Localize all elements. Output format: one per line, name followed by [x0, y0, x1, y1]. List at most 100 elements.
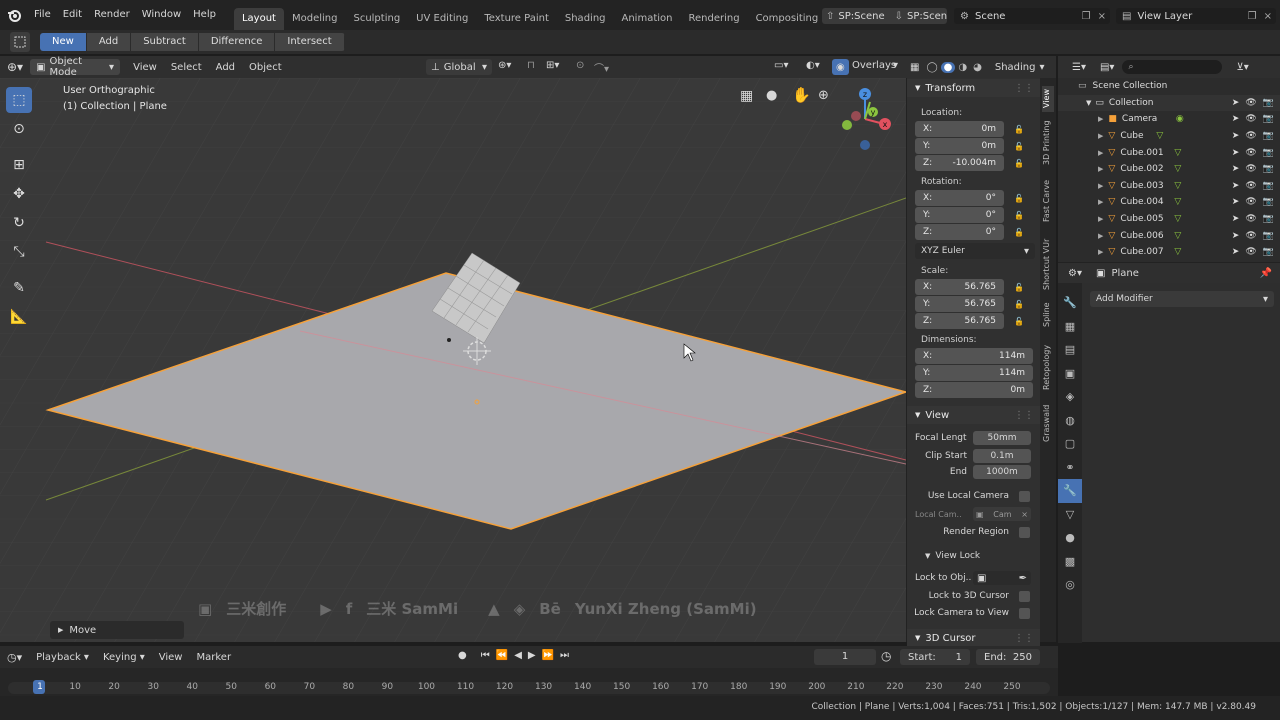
select-arrow-icon[interactable]: ➤	[1232, 148, 1240, 158]
menu-add[interactable]: Add	[209, 62, 242, 73]
overlays-toggle[interactable]: ◉	[832, 59, 849, 75]
move-tool-icon[interactable]: ⊞	[6, 152, 32, 178]
lock-icon[interactable]: 🔓	[1014, 228, 1024, 238]
display-mode-icon[interactable]: ▤▾	[1100, 62, 1114, 73]
world-tab-icon[interactable]: ◍	[1058, 409, 1082, 433]
tab-spline[interactable]: Spline	[1042, 300, 1054, 330]
scale-y-field[interactable]: Y: 56.765	[915, 296, 1004, 312]
upload-icon[interactable]: ⇧	[822, 11, 838, 22]
camera-render-icon[interactable]: 📷	[1263, 231, 1274, 241]
outliner-item[interactable]: ▶ ▽ Cube.003 ▽ ➤ 👁 📷	[1058, 178, 1280, 195]
use-local-camera-row[interactable]: Use Local Camera	[907, 488, 1040, 504]
scale-z-field[interactable]: Z: 56.765	[915, 313, 1004, 329]
solid-shading-icon[interactable]: ●	[940, 61, 956, 73]
lock-icon[interactable]: 🔓	[1014, 159, 1024, 169]
outliner-item[interactable]: ▶ ▽ Cube.005 ▽ ➤ 👁 📷	[1058, 211, 1280, 228]
tab-animation[interactable]: Animation	[614, 8, 681, 30]
chevron-right-icon[interactable]: ▶	[1098, 215, 1103, 223]
location-x-field[interactable]: X: 0m	[915, 121, 1004, 137]
view-lock-subheader[interactable]: ▼ View Lock	[907, 548, 1040, 564]
tab-shortcut-vur[interactable]: Shortcut VUr	[1042, 234, 1054, 294]
eye-icon[interactable]: 👁	[1245, 148, 1256, 158]
snap-icon[interactable]: ⊓	[527, 60, 535, 71]
lock-to-object-field[interactable]: ▣ ✒	[973, 571, 1031, 585]
menu-help[interactable]: Help	[187, 0, 222, 30]
shading-dropdown[interactable]: Shading	[991, 62, 1040, 73]
play-icon[interactable]: ▶	[528, 650, 536, 661]
eye-icon[interactable]: 👁	[1245, 131, 1256, 141]
tab-uv-editing[interactable]: UV Editing	[408, 8, 476, 30]
pivot-icon[interactable]: ⊛▾	[498, 60, 511, 71]
menu-playback[interactable]: Playback ▾	[29, 652, 96, 663]
cursor-tool-icon[interactable]: ⊙	[6, 116, 32, 142]
chevron-right-icon[interactable]: ▶	[1098, 182, 1103, 190]
select-arrow-icon[interactable]: ➤	[1232, 131, 1240, 141]
rotate-tool-icon[interactable]: ↻	[6, 210, 32, 236]
rendered-shading-icon[interactable]: ◕	[970, 62, 985, 73]
annotate-tool-icon[interactable]: ✎	[6, 275, 32, 301]
translate-tool-icon[interactable]: ✥	[6, 181, 32, 207]
eye-icon[interactable]: 👁	[1245, 197, 1256, 207]
chevron-right-icon[interactable]: ▶	[1098, 165, 1103, 173]
mode-add-button[interactable]: Add	[86, 33, 132, 51]
copy-view-layer-icon[interactable]: ❐	[1245, 11, 1260, 22]
lock-icon[interactable]: 🔓	[1014, 211, 1024, 221]
physics-tab-icon[interactable]: ◎	[1058, 573, 1082, 597]
rotation-z-field[interactable]: Z: 0°	[915, 224, 1004, 240]
drag-handle-icon[interactable]: ⋮⋮	[1014, 410, 1040, 421]
camera-render-icon[interactable]: 📷	[1263, 164, 1274, 174]
render-region-row[interactable]: Render Region	[907, 524, 1040, 540]
scale-tool-icon[interactable]: ⤡	[6, 239, 32, 265]
outliner-item[interactable]: ▶ ▽ Cube.001 ▽ ➤ 👁 📷	[1058, 144, 1280, 161]
select-arrow-icon[interactable]: ➤	[1232, 114, 1240, 124]
menu-keying[interactable]: Keying ▾	[96, 652, 152, 663]
chevron-down-icon[interactable]: ▾	[893, 60, 898, 71]
lock-icon[interactable]: 🔓	[1014, 142, 1024, 152]
eyedropper-icon[interactable]: ✒	[1019, 573, 1027, 584]
chevron-right-icon[interactable]: ▶	[1098, 232, 1103, 240]
chevron-right-icon[interactable]: ▶	[1098, 198, 1103, 206]
tab-3d-printing[interactable]: 3D Printing	[1042, 118, 1054, 168]
tab-retopology[interactable]: Retopology	[1042, 340, 1054, 394]
overlays-label[interactable]: Overlays	[852, 60, 896, 71]
transform-panel-header[interactable]: ▼ Transform ⋮⋮	[907, 79, 1040, 97]
mode-intersect-button[interactable]: Intersect	[275, 33, 345, 51]
select-box-tool-icon[interactable]	[10, 32, 30, 52]
select-arrow-icon[interactable]: ➤	[1232, 214, 1240, 224]
constraints-tab-icon[interactable]: ⚭	[1058, 456, 1082, 480]
drag-handle-icon[interactable]: ⋮⋮	[1014, 633, 1040, 644]
object-tab-icon[interactable]: ▢	[1058, 432, 1082, 456]
dimensions-x-field[interactable]: X: 114m	[915, 348, 1033, 364]
object-types-icon[interactable]: ▭▾	[774, 60, 788, 71]
blender-logo-icon[interactable]	[0, 8, 28, 22]
lock-icon[interactable]: 🔓	[1014, 194, 1024, 204]
play-reverse-icon[interactable]: ◀	[514, 650, 522, 661]
camera-render-icon[interactable]: 📷	[1263, 247, 1274, 257]
record-icon[interactable]: ●	[458, 650, 467, 661]
outliner-item[interactable]: ▶ ▽ Cube.006 ▽ ➤ 👁 📷	[1058, 227, 1280, 244]
start-frame-field[interactable]: Start: 1	[900, 649, 970, 665]
mode-new-button[interactable]: New	[40, 33, 87, 51]
mode-difference-button[interactable]: Difference	[198, 33, 276, 51]
eye-icon[interactable]: 👁	[1245, 231, 1256, 241]
tab-compositing[interactable]: Compositing	[748, 8, 827, 30]
current-frame-field[interactable]: 1	[814, 649, 876, 665]
render-region-checkbox[interactable]	[1019, 526, 1030, 538]
tab-modeling[interactable]: Modeling	[284, 8, 346, 30]
menu-select[interactable]: Select	[164, 62, 209, 73]
tab-fast-carve[interactable]: Fast Carve	[1042, 176, 1054, 226]
sp-scene-label-2[interactable]: SP:Scen	[907, 11, 947, 22]
chevron-right-icon[interactable]: ▶	[1098, 149, 1103, 157]
menu-marker[interactable]: Marker	[189, 652, 238, 663]
lock-icon[interactable]: 🔓	[1014, 300, 1024, 310]
select-arrow-icon[interactable]: ➤	[1232, 98, 1240, 108]
outliner-item[interactable]: ▶ ▽ Cube ▽ ➤ 👁 📷	[1058, 128, 1280, 145]
scene-selector[interactable]: ⚙ Scene ❐ ×	[954, 8, 1110, 24]
use-local-camera-checkbox[interactable]	[1019, 490, 1030, 502]
menu-timeline-view[interactable]: View	[152, 652, 190, 663]
falloff-icon[interactable]: ⌒▾	[594, 60, 609, 75]
jump-keyframe-back-icon[interactable]: ⏪	[496, 650, 508, 661]
orientation-dropdown[interactable]: ⊥ Global ▾	[426, 59, 492, 75]
outliner-search-input[interactable]: ⌕	[1122, 60, 1223, 74]
lock-icon[interactable]: 🔓	[1014, 125, 1024, 135]
